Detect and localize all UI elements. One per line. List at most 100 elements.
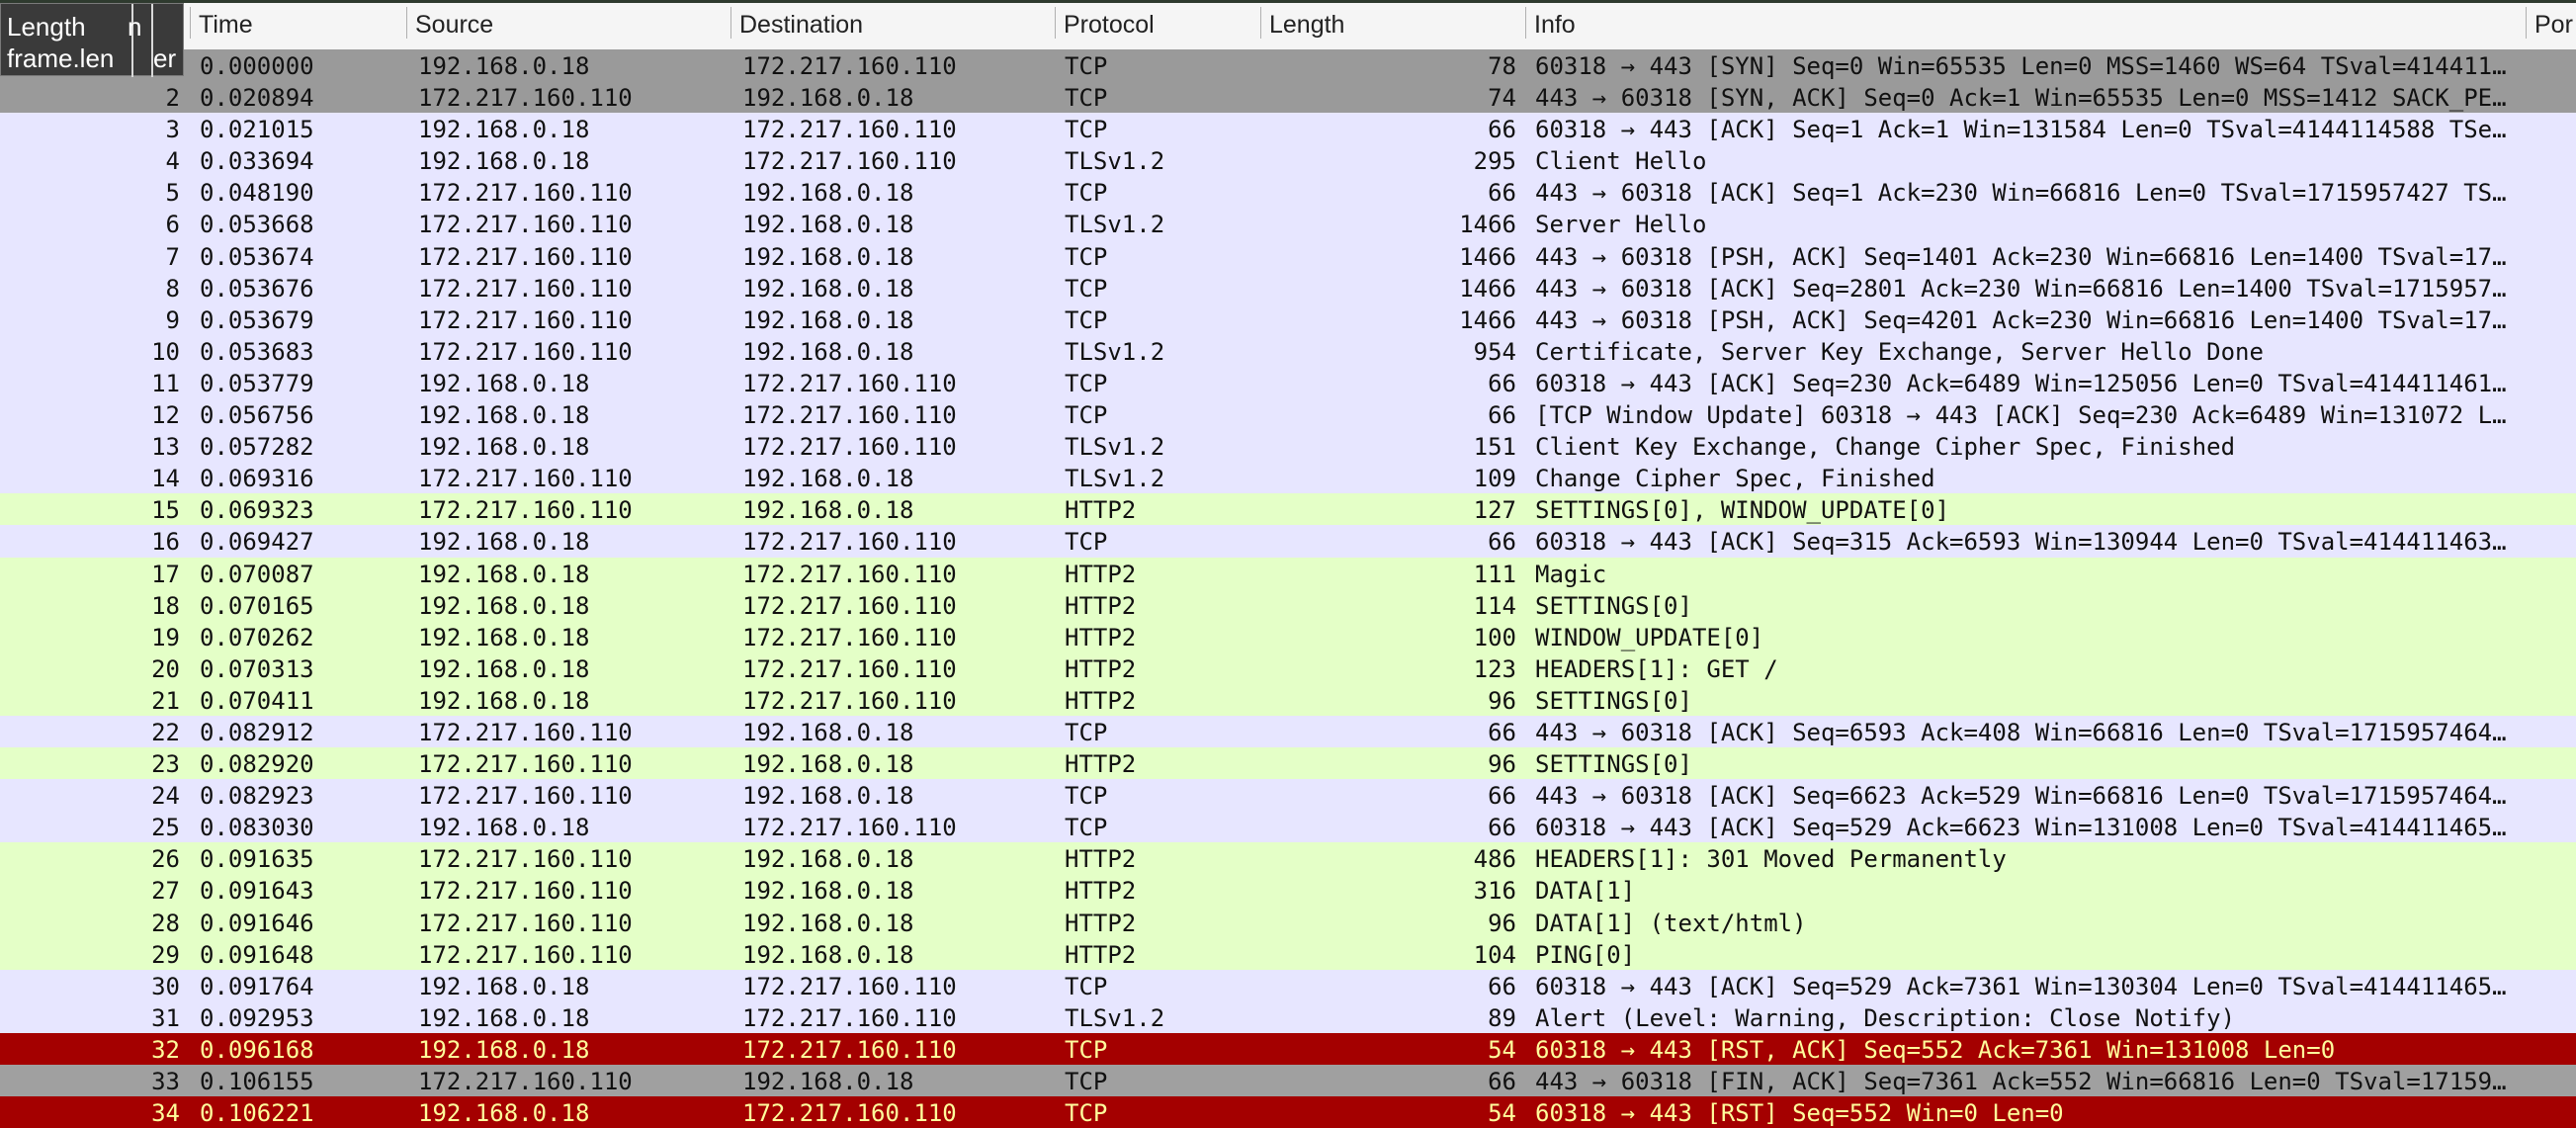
packet-time: 0.091635 <box>200 845 314 874</box>
column-header-port[interactable]: Por <box>2527 3 2576 51</box>
packet-time: 0.082923 <box>200 782 314 811</box>
packet-length: 66 <box>1488 528 1516 557</box>
packet-row[interactable]: 8 0.053676 172.217.160.110 192.168.0.18 TCP 1… <box>0 271 2576 304</box>
packet-row[interactable]: 29 0.091648 172.217.160.110 192.168.0.18 HTT… <box>0 937 2576 970</box>
packet-source: 172.217.160.110 <box>418 718 633 746</box>
packet-length: 96 <box>1488 909 1516 937</box>
packet-row[interactable]: 10.000000192.168.0.18172.217.160.110TCP7… <box>0 49 2576 82</box>
packet-length: 66 <box>1488 401 1516 430</box>
packet-row[interactable]: 12 0.056756 192.168.0.18 172.217.160.110 TCP… <box>0 398 2576 431</box>
packet-row[interactable]: 18 0.070165 192.168.0.18 172.217.160.110 HTT… <box>0 588 2576 621</box>
packet-row[interactable]: 32 0.096168 192.168.0.18 172.217.160.110 TCP… <box>0 1032 2576 1065</box>
packet-info: 60318 → 443 [SYN] Seq=0 Win=65535 Len=0 … <box>1535 52 2507 80</box>
packet-row[interactable]: 20 0.070313 192.168.0.18 172.217.160.110 HTT… <box>0 651 2576 684</box>
packet-number: 8 <box>165 274 180 303</box>
packet-destination: 172.217.160.110 <box>742 369 957 397</box>
packet-list[interactable]: 10.000000192.168.0.18172.217.160.110TCP7… <box>0 49 2576 1128</box>
packet-destination: 172.217.160.110 <box>742 623 957 651</box>
packet-row[interactable]: 24 0.082923 172.217.160.110 192.168.0.18 TCP… <box>0 779 2576 812</box>
packet-row[interactable]: 34 0.106221 192.168.0.18 172.217.160.110 TCP… <box>0 1096 2576 1128</box>
packet-info: 60318 → 443 [ACK] Seq=529 Ack=6623 Win=1… <box>1535 814 2507 842</box>
packet-source: 192.168.0.18 <box>418 369 590 397</box>
packet-row[interactable]: 3 0.021015 192.168.0.18 172.217.160.110 TCP 6… <box>0 113 2576 145</box>
packet-row[interactable]: 25 0.083030 192.168.0.18 172.217.160.110 TCP… <box>0 811 2576 843</box>
packet-number: 6 <box>165 211 180 239</box>
packet-row[interactable]: 16 0.069427 192.168.0.18 172.217.160.110 TCP… <box>0 525 2576 558</box>
packet-length: 66 <box>1488 972 1516 1000</box>
packet-source: 192.168.0.18 <box>418 654 590 683</box>
packet-destination: 172.217.160.110 <box>742 686 957 715</box>
packet-row[interactable]: 21 0.070411 192.168.0.18 172.217.160.110 HTT… <box>0 683 2576 716</box>
packet-row[interactable]: 9 0.053679 172.217.160.110 192.168.0.18 TCP 1… <box>0 303 2576 335</box>
packet-row[interactable]: 27 0.091643 172.217.160.110 192.168.0.18 HTT… <box>0 874 2576 907</box>
packet-row[interactable]: 7 0.053674 172.217.160.110 192.168.0.18 TCP 1… <box>0 239 2576 272</box>
packet-destination: 192.168.0.18 <box>742 782 914 811</box>
packet-number: 25 <box>151 814 180 842</box>
packet-protocol: TCP <box>1065 369 1108 397</box>
column-header-length[interactable]: Length <box>1261 3 1524 51</box>
packet-row[interactable]: 22 0.082912 172.217.160.110 192.168.0.18 TCP… <box>0 715 2576 748</box>
packet-info: DATA[1] <box>1535 877 1636 906</box>
packet-row[interactable]: 19 0.070262 192.168.0.18 172.217.160.110 HTT… <box>0 620 2576 652</box>
packet-row[interactable]: 13 0.057282 192.168.0.18 172.217.160.110 TLS… <box>0 430 2576 463</box>
packet-row[interactable]: 26 0.091635 172.217.160.110 192.168.0.18 HTT… <box>0 842 2576 875</box>
column-header-source[interactable]: Source <box>407 3 730 51</box>
packet-source: 192.168.0.18 <box>418 1035 590 1064</box>
packet-info: [TCP Window Update] 60318 → 443 [ACK] Se… <box>1535 401 2507 430</box>
packet-row[interactable]: 10 0.053683 172.217.160.110 192.168.0.18 TLS… <box>0 334 2576 367</box>
packet-row[interactable]: 30 0.091764 192.168.0.18 172.217.160.110 TCP… <box>0 969 2576 1001</box>
packet-length: 104 <box>1473 940 1516 969</box>
packet-row[interactable]: 33 0.106155 172.217.160.110 192.168.0.18 TCP… <box>0 1065 2576 1097</box>
packet-source: 192.168.0.18 <box>418 560 590 588</box>
packet-destination: 172.217.160.110 <box>742 52 957 80</box>
packet-row[interactable]: 2 0.020894 172.217.160.110 192.168.0.18 TCP 7… <box>0 81 2576 114</box>
packet-row[interactable]: 11 0.053779 192.168.0.18 172.217.160.110 TCP… <box>0 366 2576 399</box>
packet-number: 12 <box>151 401 180 430</box>
column-header-time[interactable]: Time <box>191 3 404 51</box>
packet-number: 2 <box>165 84 180 113</box>
column-header-info[interactable]: Info <box>1526 3 2525 51</box>
packet-protocol: TLSv1.2 <box>1065 1003 1165 1032</box>
packet-length: 54 <box>1488 1099 1516 1128</box>
tooltip-title: Length <box>7 12 86 42</box>
packet-source: 172.217.160.110 <box>418 496 633 525</box>
packet-number: 31 <box>151 1003 180 1032</box>
packet-row[interactable]: 23 0.082920 172.217.160.110 192.168.0.18 HTT… <box>0 747 2576 780</box>
packet-protocol: TLSv1.2 <box>1065 211 1165 239</box>
packet-protocol: HTTP2 <box>1065 940 1137 969</box>
packet-info: 443 → 60318 [FIN, ACK] Seq=7361 Ack=552 … <box>1535 1068 2507 1095</box>
packet-source: 192.168.0.18 <box>418 972 590 1000</box>
packet-row[interactable]: 5 0.048190 172.217.160.110 192.168.0.18 TCP 6… <box>0 176 2576 209</box>
packet-row[interactable]: 15 0.069323 172.217.160.110 192.168.0.18 HTT… <box>0 493 2576 526</box>
packet-time: 0.091646 <box>200 909 314 937</box>
packet-time: 0.053779 <box>200 369 314 397</box>
packet-row[interactable]: 4 0.033694 192.168.0.18 172.217.160.110 TLSv… <box>0 144 2576 177</box>
packet-number: 14 <box>151 465 180 493</box>
packet-time: 0.057282 <box>200 433 314 462</box>
packet-info: 443 → 60318 [PSH, ACK] Seq=1401 Ack=230 … <box>1535 242 2507 271</box>
packet-time: 0.070087 <box>200 560 314 588</box>
packet-row[interactable]: 14 0.069316 172.217.160.110 192.168.0.18 TLS… <box>0 462 2576 494</box>
packet-info: Certificate, Server Key Exchange, Server… <box>1535 337 2264 366</box>
packet-number: 21 <box>151 686 180 715</box>
packet-destination: 192.168.0.18 <box>742 274 914 303</box>
packet-info: 60318 → 443 [RST, ACK] Seq=552 Ack=7361 … <box>1535 1035 2336 1064</box>
packet-number: 17 <box>151 560 180 588</box>
packet-protocol: TCP <box>1065 1035 1108 1064</box>
packet-row[interactable]: 6 0.053668 172.217.160.110 192.168.0.18 TLSv… <box>0 208 2576 240</box>
packet-protocol: HTTP2 <box>1065 877 1137 906</box>
packet-time: 0.082912 <box>200 718 314 746</box>
packet-source: 172.217.160.110 <box>418 305 633 334</box>
column-header-destination[interactable]: Destination <box>731 3 1054 51</box>
packet-protocol: TLSv1.2 <box>1065 433 1165 462</box>
packet-row[interactable]: 17 0.070087 192.168.0.18 172.217.160.110 HTT… <box>0 557 2576 589</box>
packet-row[interactable]: 28 0.091646 172.217.160.110 192.168.0.18 HTT… <box>0 906 2576 938</box>
packet-length: 151 <box>1473 433 1516 462</box>
packet-info: 60318 → 443 [ACK] Seq=315 Ack=6593 Win=1… <box>1535 528 2507 557</box>
packet-row[interactable]: 31 0.092953 192.168.0.18 172.217.160.110 TLS… <box>0 1000 2576 1033</box>
column-header-protocol[interactable]: Protocol <box>1056 3 1259 51</box>
packet-number: 9 <box>165 305 180 334</box>
packet-source: 172.217.160.110 <box>418 1068 633 1095</box>
packet-destination: 192.168.0.18 <box>742 337 914 366</box>
packet-number: 22 <box>151 718 180 746</box>
